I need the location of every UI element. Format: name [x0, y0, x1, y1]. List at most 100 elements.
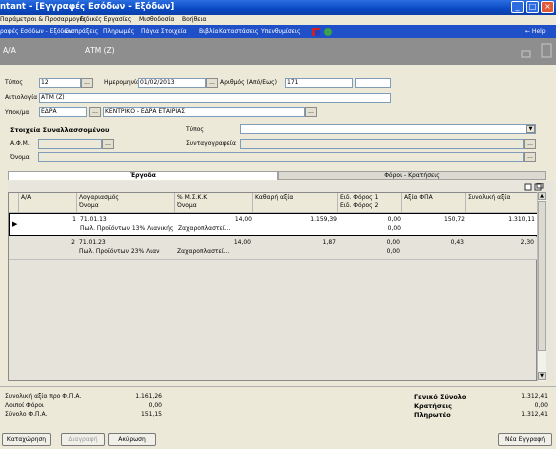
afm-label: Α.Φ.Μ.: [10, 140, 30, 147]
cause-input[interactable]: ΑΤΜ (Ζ): [39, 93, 391, 103]
grid-header-aa[interactable]: Α/Α: [19, 193, 77, 213]
other-taxes-value: 0,00: [148, 402, 162, 409]
menu-item-special-tasks[interactable]: Ειδικές Εργασίες: [80, 16, 131, 23]
date-picker-button[interactable]: ...: [206, 78, 218, 88]
toolbar-icons[interactable]: [312, 27, 334, 37]
close-button[interactable]: ×: [541, 1, 554, 13]
scroll-thumb[interactable]: [538, 201, 546, 351]
module-menu-bar: ραφές Εσόδων - Εξόδων Εισπράξεις Πληρωμέ…: [0, 25, 556, 38]
delete-button[interactable]: Διαγραφή: [61, 433, 105, 446]
scroll-up-icon[interactable]: ▲: [538, 192, 546, 200]
row-pct-name: Ζαχαροπλαστεί...: [177, 248, 230, 255]
net-total-value: 1.161,26: [135, 393, 162, 400]
grid-header-indicator: [9, 193, 19, 213]
grand-total-value: 1.312,41: [521, 393, 548, 400]
row-net: 1,87: [322, 239, 336, 246]
tab-taxes[interactable]: Φόροι - Κρατήσεις: [278, 171, 546, 180]
branch-lookup-button[interactable]: ...: [89, 107, 101, 117]
number-to-input[interactable]: [355, 78, 391, 88]
menu-item-payroll[interactable]: Μισθοδοσία: [139, 16, 174, 23]
row-total: 2,30: [520, 239, 534, 246]
branch-name-lookup-button[interactable]: ...: [305, 107, 317, 117]
net-total-label: Συνολική αξία προ Φ.Π.Α.: [5, 393, 82, 400]
help-link[interactable]: ← Help: [525, 28, 546, 35]
name-label: Όνομα: [10, 154, 30, 161]
row-vat: 150,72: [444, 216, 465, 223]
cause-label: Αιτιολογία: [5, 94, 38, 101]
module-entries[interactable]: ραφές Εσόδων - Εξόδων: [0, 28, 73, 35]
afm-input[interactable]: [38, 139, 102, 149]
grand-total-label: Γενικό Σύνολο: [414, 393, 467, 401]
menu-item-help[interactable]: Βοήθεια: [182, 16, 207, 23]
row-account-name: Πωλ. Προϊόντων 23% Λιαν: [79, 248, 160, 255]
row-account-name: Πωλ. Προϊόντων 13% Λιανικής: [80, 225, 174, 232]
new-entry-button[interactable]: Νέα Εγγραφή: [498, 433, 552, 446]
date-label: Ημερομηνία: [104, 79, 141, 86]
name-input[interactable]: [38, 152, 524, 162]
menu-item-parameters[interactable]: Παράμετροι & Προσαρμογές: [0, 16, 86, 23]
row-net: 1.159,39: [310, 216, 337, 223]
tab-items[interactable]: Έργοδα: [8, 171, 278, 180]
table-row[interactable]: ▶ 1 71.01.13 Πωλ. Προϊόντων 13% Λιανικής…: [9, 213, 538, 236]
number-from-input[interactable]: 171: [285, 78, 353, 88]
module-payments[interactable]: Πληρωμές: [103, 28, 134, 35]
kind-dropdown-icon[interactable]: ▼: [526, 125, 535, 133]
other-taxes-label: Λοιποί Φόροι: [5, 402, 44, 409]
name-lookup-button[interactable]: ...: [524, 152, 536, 162]
window-title: ntant - [Εγγραφές Εσόδων - Εξόδων]: [0, 2, 175, 12]
row-account: 71.01.23: [79, 239, 106, 246]
row-tax1: 0,00: [387, 216, 401, 223]
type-lookup-button[interactable]: ...: [81, 78, 93, 88]
retentions-label: Κρατήσεις: [414, 402, 452, 410]
row-aa: 2: [71, 239, 75, 246]
vat-total-label: Σύνολο Φ.Π.Α.: [5, 411, 48, 418]
scroll-down-icon[interactable]: ▼: [538, 372, 546, 380]
branch-name-input[interactable]: ΚΕΝΤΡΙΚΟ - ΕΔΡΑ ΕΤΑΙΡΙΑΣ: [103, 107, 305, 117]
maximize-button[interactable]: □: [526, 1, 539, 13]
date-input[interactable]: 01/02/2013: [138, 78, 206, 88]
grid-header-account[interactable]: Λογαριασμός Όνομα: [77, 193, 175, 213]
kind-select[interactable]: [240, 124, 536, 134]
grid-header-total[interactable]: Συνολική αξία: [466, 193, 538, 213]
row-account: 71.01.13: [80, 216, 107, 223]
title-bar: ntant - [Εγγραφές Εσόδων - Εξόδων] _ □ ×: [0, 0, 556, 15]
row-tax2: 0,00: [387, 225, 401, 232]
grid-header-pct[interactable]: % Μ.Σ.Κ.Κ Όνομα: [175, 193, 253, 213]
module-reports[interactable]: Καταστάσεις: [219, 28, 258, 35]
module-receipts[interactable]: Εισπράξεις: [65, 28, 98, 35]
retentions-value: 0,00: [534, 402, 548, 409]
branch-code-input[interactable]: ΕΔΡΑ: [39, 107, 87, 117]
header-type-value: ΑΤΜ (Ζ): [85, 46, 115, 55]
grid-header-vat[interactable]: Αξία ΦΠΑ: [402, 193, 466, 213]
table-row[interactable]: 2 71.01.23 Πωλ. Προϊόντων 23% Λιαν 14,00…: [9, 237, 538, 260]
grid-layout-icons[interactable]: [524, 183, 546, 191]
row-tax2: 0,00: [386, 248, 400, 255]
cancel-button[interactable]: Ακύρωση: [108, 433, 156, 446]
module-reminders[interactable]: Υπενθυμίσεις: [261, 28, 300, 35]
counterparty-title: Στοιχεία Συναλλασσομένου: [10, 126, 110, 134]
payable-label: Πληρωτέο: [414, 411, 451, 419]
row-vat: 0,43: [450, 239, 464, 246]
row-aa: 1: [72, 216, 76, 223]
tab-strip: Έργοδα Φόροι - Κρατήσεις: [8, 171, 554, 180]
minimize-button[interactable]: _: [511, 1, 524, 13]
linkage-label: Συνταγογραφεία: [186, 140, 236, 147]
linkage-lookup-button[interactable]: ...: [524, 139, 536, 149]
linkage-input[interactable]: [240, 139, 524, 149]
row-tax1: 0,00: [386, 239, 400, 246]
kind-label: Τύπος: [186, 126, 204, 133]
type-label: Τύπος: [5, 79, 23, 86]
row-pct-name: Ζαχαροπλαστεί...: [178, 225, 231, 232]
grid-header-net[interactable]: Καθαρή αξία: [253, 193, 338, 213]
menu-bar: Παράμετροι & Προσαρμογές Ειδικές Εργασίε…: [0, 15, 556, 24]
grid-vertical-scrollbar[interactable]: ▲ ▼: [537, 192, 546, 381]
save-button[interactable]: Καταχώρηση: [2, 433, 51, 446]
module-books[interactable]: Βιβλία: [199, 28, 219, 35]
totals-divider: [0, 386, 556, 387]
type-input[interactable]: 12: [39, 78, 81, 88]
header-window-icons: [521, 43, 552, 58]
row-total: 1.310,11: [508, 216, 535, 223]
module-fixed-assets[interactable]: Πάγια Στοιχεία: [141, 28, 187, 35]
grid-header-special-tax[interactable]: Ειδ. Φόρος 1 Ειδ. Φόρος 2: [338, 193, 402, 213]
afm-lookup-button[interactable]: ...: [102, 139, 114, 149]
